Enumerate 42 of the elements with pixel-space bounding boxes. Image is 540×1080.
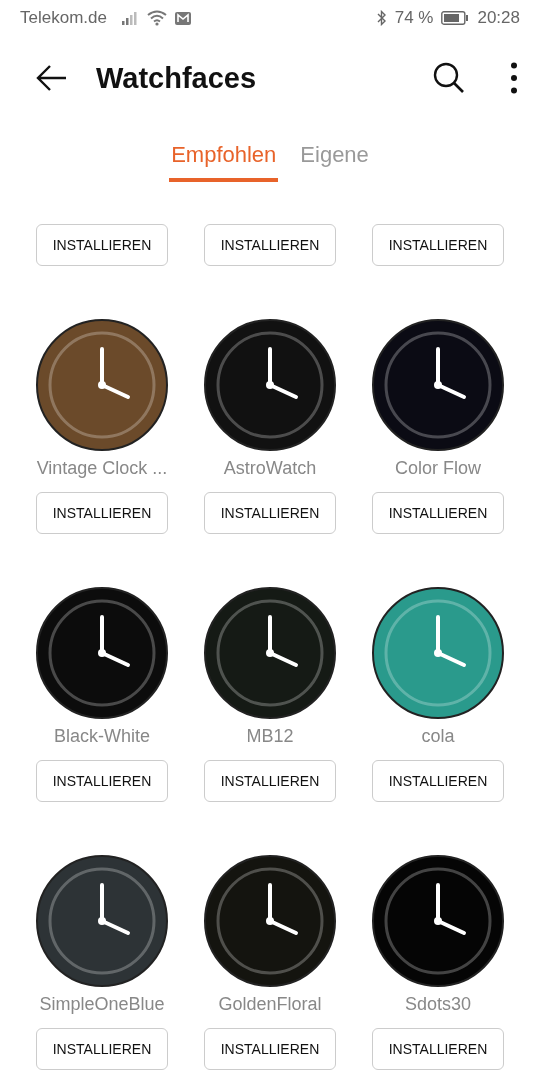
watchface-preview[interactable] xyxy=(204,587,336,719)
watchface-preview[interactable] xyxy=(36,587,168,719)
watchface-preview[interactable] xyxy=(36,855,168,987)
bluetooth-icon xyxy=(376,10,387,26)
install-button[interactable]: INSTALLIEREN xyxy=(204,492,336,534)
install-button[interactable]: INSTALLIEREN xyxy=(204,760,336,802)
install-button[interactable]: INSTALLIEREN xyxy=(36,760,168,802)
watchface-name: cola xyxy=(421,725,455,748)
watchface-name: Vintage Clock ... xyxy=(36,457,168,480)
mail-icon xyxy=(174,11,191,25)
install-button[interactable]: INSTALLIEREN xyxy=(204,224,336,266)
signal-icon xyxy=(120,11,139,25)
install-button[interactable]: INSTALLIEREN xyxy=(36,492,168,534)
watchface-preview[interactable] xyxy=(204,855,336,987)
install-button[interactable]: INSTALLIEREN xyxy=(372,760,504,802)
install-button[interactable]: INSTALLIEREN xyxy=(36,1028,168,1070)
battery-icon xyxy=(441,11,470,25)
watchface-name: Sdots30 xyxy=(404,993,472,1016)
search-button[interactable] xyxy=(432,61,466,95)
install-button[interactable]: INSTALLIEREN xyxy=(204,1028,336,1070)
install-button[interactable]: INSTALLIEREN xyxy=(372,492,504,534)
watchface-preview[interactable] xyxy=(204,319,336,451)
battery-percent: 74 % xyxy=(394,8,434,28)
install-button[interactable]: INSTALLIEREN xyxy=(36,224,168,266)
watchface-name: MB12 xyxy=(246,725,294,748)
more-options-button[interactable] xyxy=(510,62,518,94)
clock-time: 20:28 xyxy=(477,8,520,28)
install-button[interactable]: INSTALLIEREN xyxy=(372,224,504,266)
wifi-icon xyxy=(146,10,167,26)
carrier-name: Telekom.de xyxy=(20,8,107,28)
watchface-name: Black-White xyxy=(54,725,150,748)
watchface-preview[interactable] xyxy=(372,319,504,451)
watchface-name: GoldenFloral xyxy=(218,993,322,1016)
watchface-preview[interactable] xyxy=(372,855,504,987)
watchface-name: AstroWatch xyxy=(223,457,317,480)
watchface-name: Color Flow xyxy=(395,457,481,480)
back-button[interactable] xyxy=(36,64,68,92)
watchface-preview[interactable] xyxy=(372,587,504,719)
install-button[interactable]: INSTALLIEREN xyxy=(372,1028,504,1070)
watchface-name: SimpleOneBlue xyxy=(39,993,165,1016)
page-title: Watchfaces xyxy=(96,61,258,95)
watchface-preview[interactable] xyxy=(36,319,168,451)
